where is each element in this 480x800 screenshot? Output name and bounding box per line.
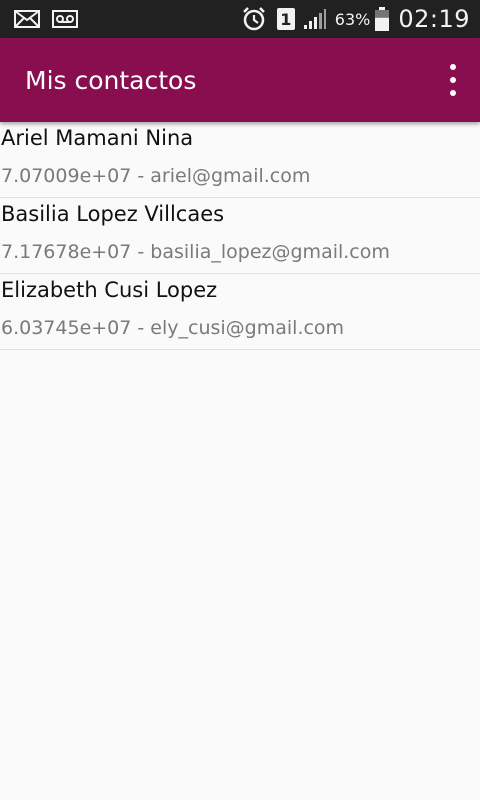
contact-list: Ariel Mamani Nina 7.07009e+07 - ariel@gm… xyxy=(0,122,480,350)
contact-name: Elizabeth Cusi Lopez xyxy=(1,278,218,302)
notification-icons xyxy=(14,8,78,30)
app-bar: Mis contactos xyxy=(0,38,480,122)
list-item[interactable]: Elizabeth Cusi Lopez 6.03745e+07 - ely_c… xyxy=(0,274,480,350)
signal-icon xyxy=(303,8,327,30)
mail-icon xyxy=(14,10,40,28)
list-item[interactable]: Ariel Mamani Nina 7.07009e+07 - ariel@gm… xyxy=(0,122,480,198)
contact-detail: 7.07009e+07 - ariel@gmail.com xyxy=(1,165,311,187)
list-item[interactable]: Basilia Lopez Villcaes 7.17678e+07 - bas… xyxy=(0,198,480,274)
overflow-menu-button[interactable] xyxy=(446,64,460,96)
status-bar: 1 63% 02:19 xyxy=(0,0,480,38)
alarm-icon xyxy=(241,6,267,32)
battery-percent: 63% xyxy=(334,9,371,29)
voicemail-icon xyxy=(52,10,78,28)
system-icons: 1 63% 02:19 xyxy=(241,4,470,34)
contact-name: Ariel Mamani Nina xyxy=(1,126,194,150)
page-title: Mis contactos xyxy=(25,66,197,95)
contact-name: Basilia Lopez Villcaes xyxy=(1,202,225,226)
contact-detail: 6.03745e+07 - ely_cusi@gmail.com xyxy=(1,317,345,339)
overflow-menu-dot xyxy=(450,77,456,83)
overflow-menu-icon xyxy=(450,64,456,70)
contact-detail: 7.17678e+07 - basilia_lopez@gmail.com xyxy=(1,241,390,263)
clock: 02:19 xyxy=(398,5,470,33)
battery-icon xyxy=(374,6,390,32)
overflow-menu-dot xyxy=(450,90,456,96)
sim-icon: 1 xyxy=(276,8,295,30)
